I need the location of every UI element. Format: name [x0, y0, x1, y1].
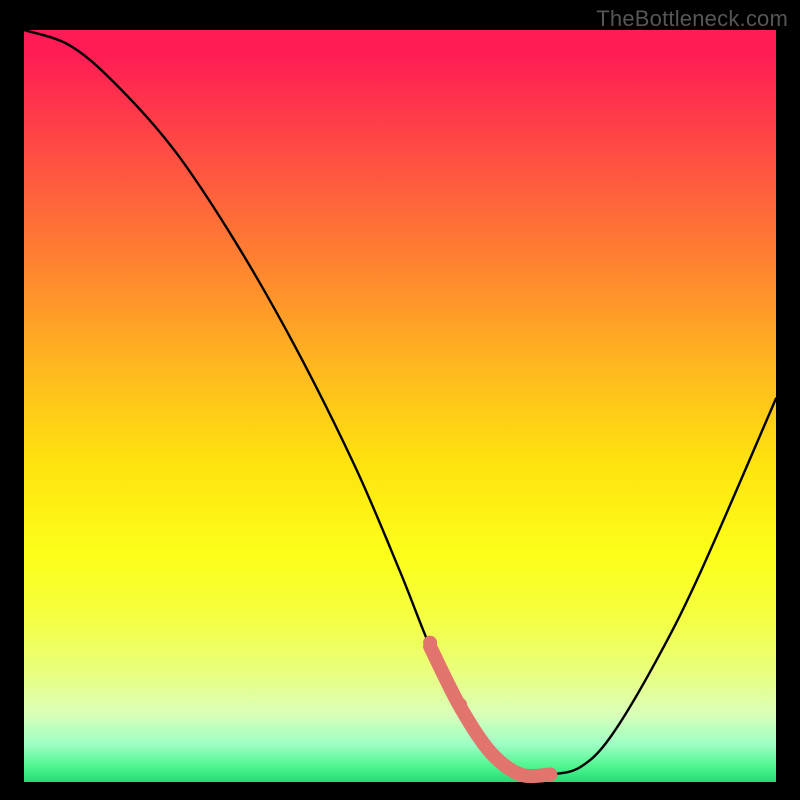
highlight-dot-mid [453, 698, 467, 712]
chart-stage: TheBottleneck.com [0, 0, 800, 800]
highlight-band-path [430, 647, 550, 777]
plot-area [24, 30, 776, 782]
highlight-dot-left [423, 636, 437, 650]
watermark-label: TheBottleneck.com [596, 6, 788, 32]
bottleneck-curve-path [24, 30, 776, 776]
curve-layer [24, 30, 776, 782]
